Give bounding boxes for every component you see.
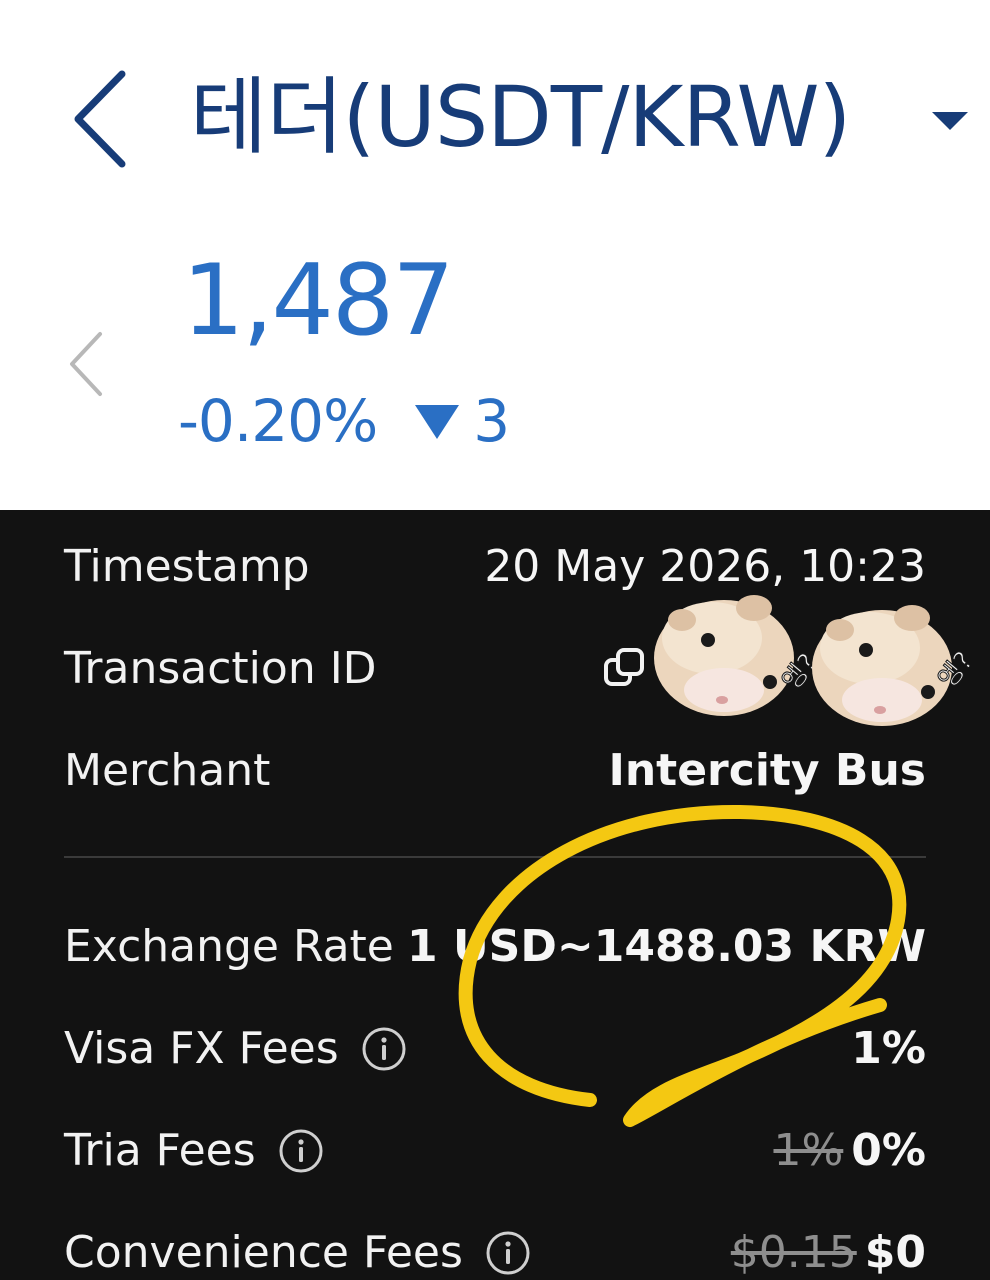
merchant-row: Merchant Intercity Bus bbox=[64, 736, 926, 806]
page-title[interactable]: 테더(USDT/KRW) bbox=[190, 62, 851, 172]
visa-fx-fees-label-group: Visa FX Fees bbox=[64, 1014, 407, 1084]
triangle-down-icon bbox=[415, 405, 460, 439]
tria-fees-value: 0% bbox=[851, 1125, 926, 1176]
info-icon[interactable] bbox=[361, 1026, 407, 1072]
market-selector-button[interactable] bbox=[928, 108, 972, 134]
convenience-fees-value-group: $0.15 $0 bbox=[731, 1218, 926, 1280]
hamster-face-icon: 엥? bbox=[812, 605, 980, 726]
change-amount: 3 bbox=[473, 387, 510, 455]
tria-fees-label: Tria Fees bbox=[64, 1125, 256, 1176]
current-price: 1,487 bbox=[182, 244, 455, 358]
visa-fx-fees-label: Visa FX Fees bbox=[64, 1023, 339, 1074]
hamster-sticker: 엥? bbox=[652, 580, 824, 720]
convenience-fees-label-group: Convenience Fees bbox=[64, 1218, 531, 1280]
tria-fees-old-value: 1% bbox=[773, 1125, 844, 1176]
exchange-rate-label: Exchange Rate bbox=[64, 921, 394, 972]
change-amount-group: 3 bbox=[411, 387, 510, 455]
convenience-fees-old-value: $0.15 bbox=[730, 1227, 857, 1278]
merchant-value: Intercity Bus bbox=[608, 745, 926, 796]
back-button[interactable] bbox=[62, 64, 142, 174]
copy-icon[interactable] bbox=[600, 644, 648, 692]
market-header: 테더(USDT/KRW) 1,487 -0.20% 3 bbox=[0, 0, 990, 510]
price-change: -0.20% 3 bbox=[178, 386, 510, 456]
change-percent: -0.20% bbox=[178, 387, 378, 455]
exchange-rate-row: Exchange Rate 1 USD~1488.03 KRW bbox=[64, 912, 926, 982]
hamster-face-icon: 엥? bbox=[654, 595, 824, 716]
visa-fx-fees-row: Visa FX Fees 1% bbox=[64, 1014, 926, 1084]
caret-down-icon bbox=[932, 112, 968, 130]
info-icon[interactable] bbox=[278, 1128, 324, 1174]
tria-fees-value-group: 1% 0% bbox=[773, 1116, 926, 1186]
previous-button[interactable] bbox=[62, 328, 112, 400]
chevron-left-icon bbox=[70, 332, 102, 396]
convenience-fees-row: Convenience Fees $0.15 $0 bbox=[64, 1218, 926, 1280]
merchant-label: Merchant bbox=[64, 745, 271, 796]
chevron-left-icon bbox=[74, 70, 126, 168]
tria-fees-row: Tria Fees 1% 0% bbox=[64, 1116, 926, 1186]
visa-fx-fees-value: 1% bbox=[851, 1023, 926, 1074]
hamster-sticker: 엥? bbox=[810, 590, 980, 730]
divider bbox=[64, 856, 926, 858]
timestamp-label: Timestamp bbox=[64, 541, 310, 592]
transaction-id-label: Transaction ID bbox=[64, 643, 377, 694]
info-icon[interactable] bbox=[485, 1230, 531, 1276]
convenience-fees-value: $0 bbox=[864, 1227, 926, 1278]
convenience-fees-label: Convenience Fees bbox=[64, 1227, 463, 1278]
screen: 테더(USDT/KRW) 1,487 -0.20% 3 Timestamp 20… bbox=[0, 0, 990, 1280]
tria-fees-label-group: Tria Fees bbox=[64, 1116, 324, 1186]
exchange-rate-value: 1 USD~1488.03 KRW bbox=[407, 921, 926, 972]
